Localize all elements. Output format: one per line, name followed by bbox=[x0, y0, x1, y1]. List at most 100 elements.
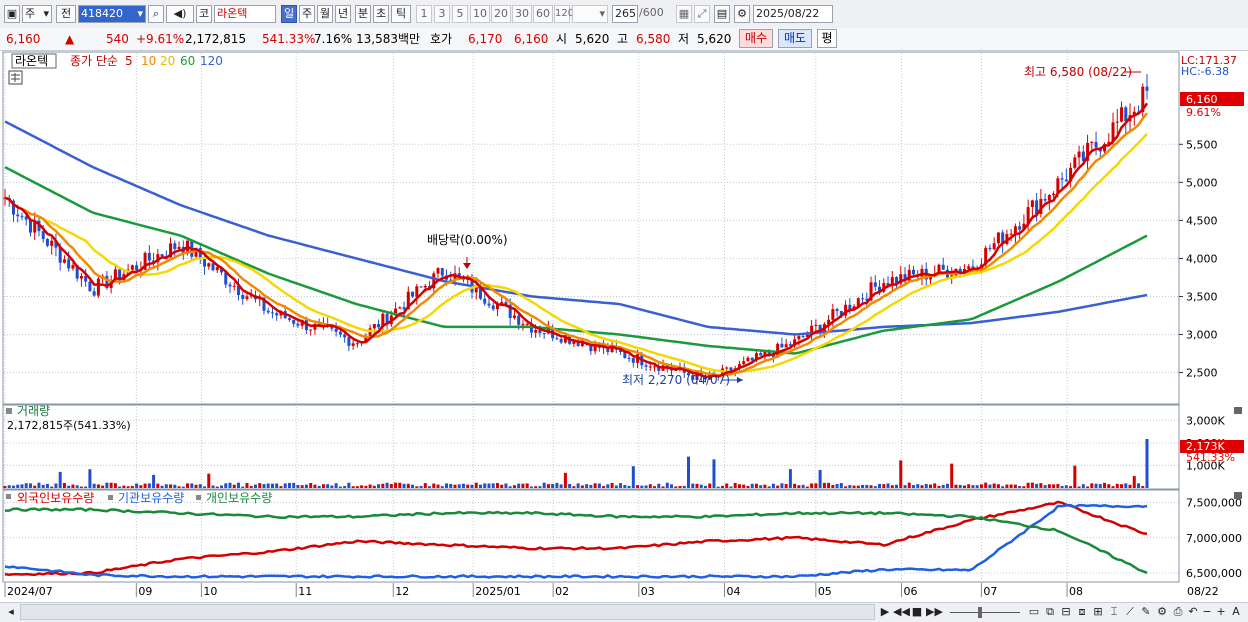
volume-bar bbox=[368, 484, 372, 488]
save-icon[interactable]: ▤ bbox=[714, 5, 730, 23]
candle-body bbox=[1120, 107, 1124, 122]
holdings-close-icon[interactable] bbox=[1234, 492, 1242, 499]
zoom-slider[interactable] bbox=[948, 604, 1022, 620]
compare-icon[interactable]: ⧈ bbox=[1075, 604, 1089, 620]
fast-forward-icon[interactable]: ▶▶ bbox=[926, 604, 943, 620]
holdings-panel-icon[interactable] bbox=[6, 494, 11, 499]
tile-icon[interactable]: ⊞ bbox=[1091, 604, 1105, 620]
interval-120-button[interactable]: 120 bbox=[554, 5, 574, 23]
period-tick-button[interactable]: 틱 bbox=[391, 5, 411, 23]
interval-5-button[interactable]: 5 bbox=[452, 5, 468, 23]
scroll-left-icon[interactable]: ◂ bbox=[4, 604, 18, 620]
crosshair-icon[interactable]: ⤢ bbox=[694, 5, 710, 23]
period-week-button[interactable]: 주 bbox=[299, 5, 315, 23]
volume-panel-icon[interactable] bbox=[6, 408, 12, 414]
volume-close-icon[interactable] bbox=[1234, 407, 1242, 414]
interval-3-button[interactable]: 3 bbox=[434, 5, 450, 23]
candle-body bbox=[160, 254, 164, 257]
zoom-slider-thumb[interactable] bbox=[978, 607, 982, 618]
interval-30-button[interactable]: 30 bbox=[512, 5, 532, 23]
period-year-button[interactable]: 년 bbox=[335, 5, 351, 23]
interval-1-button[interactable]: 1 bbox=[416, 5, 432, 23]
zoom-in-icon[interactable]: + bbox=[1215, 604, 1227, 620]
volume-bar bbox=[810, 483, 814, 488]
holdings-tick-label: 6,500,000 bbox=[1186, 567, 1242, 580]
interval-custom-select[interactable]: ▾ bbox=[572, 5, 608, 23]
turnover-rate: 7.16% bbox=[314, 32, 353, 46]
holdings-foreign-label: 외국인보유수량 bbox=[17, 491, 94, 505]
volume-bar bbox=[793, 483, 797, 488]
buy-button[interactable]: 매수 bbox=[739, 29, 773, 48]
sell-button[interactable]: 매도 bbox=[778, 29, 812, 48]
volume-bar bbox=[1086, 486, 1090, 488]
candle-body bbox=[92, 291, 96, 296]
candle-body bbox=[292, 319, 296, 324]
volume-bar bbox=[928, 484, 932, 488]
period-day-button[interactable]: 일 bbox=[281, 5, 297, 23]
date-tick-label: 05 bbox=[818, 585, 832, 598]
candle-body bbox=[71, 265, 75, 269]
volume-bar bbox=[343, 486, 347, 488]
volume-bar bbox=[657, 483, 661, 488]
stock-name-field[interactable]: 라온텍 bbox=[214, 5, 276, 23]
high-price: 6,580 bbox=[636, 32, 671, 46]
interval-10-button[interactable]: 10 bbox=[470, 5, 490, 23]
layout-icon[interactable]: ▭ bbox=[1027, 604, 1041, 620]
volume-bar bbox=[33, 485, 37, 488]
volume-bar bbox=[534, 486, 538, 488]
candle-body bbox=[1013, 226, 1017, 234]
draw-icon[interactable]: ✎ bbox=[1139, 604, 1153, 620]
print-icon[interactable]: ⎙ bbox=[1171, 604, 1185, 620]
volume-bar bbox=[457, 484, 461, 488]
period-second-button[interactable]: 초 bbox=[373, 5, 389, 23]
volume-bar bbox=[1005, 484, 1009, 488]
interval-60-button[interactable]: 60 bbox=[533, 5, 553, 23]
candle-body bbox=[266, 310, 270, 313]
stock-code-input[interactable]: 418420 ▾ bbox=[78, 5, 146, 23]
search-icon[interactable]: ⌕ bbox=[148, 5, 164, 23]
volume-bar bbox=[79, 486, 83, 488]
undo-icon[interactable]: ↶ bbox=[1187, 604, 1199, 620]
volume-bar bbox=[542, 482, 546, 488]
date-tick-label: 06 bbox=[903, 585, 917, 598]
candle-body bbox=[555, 338, 559, 340]
stop-icon[interactable]: ■ bbox=[910, 604, 924, 620]
rewind-icon[interactable]: ◀◀ bbox=[893, 604, 910, 620]
period-select[interactable]: 주 ▾ bbox=[22, 5, 52, 23]
date-tick-label: 12 bbox=[395, 585, 409, 598]
candle-body bbox=[41, 231, 45, 240]
volume-bar bbox=[419, 485, 423, 488]
count-input[interactable]: 265 bbox=[612, 5, 638, 23]
chart-window-icon[interactable]: ▣ bbox=[4, 5, 20, 23]
speaker-icon[interactable]: ◀) bbox=[166, 5, 194, 23]
candle-body bbox=[411, 291, 415, 297]
volume-bar bbox=[678, 486, 682, 488]
text-size-icon[interactable]: A bbox=[1229, 604, 1243, 620]
volume-bar bbox=[360, 485, 364, 488]
volume-bar bbox=[181, 486, 185, 488]
horizontal-scrollbar[interactable] bbox=[20, 604, 875, 620]
split-icon[interactable]: ⊟ bbox=[1059, 604, 1073, 620]
zoom-out-icon[interactable]: − bbox=[1201, 604, 1213, 620]
date-input[interactable]: 2025/08/22 bbox=[753, 5, 833, 23]
stock-chart[interactable]: 라온텍 종가 단순 5 10 20 60 120 LC:171.37 HC:-6… bbox=[0, 51, 1248, 603]
settings-icon[interactable]: ⚙ bbox=[1155, 604, 1169, 620]
copy-icon[interactable]: ⧉ bbox=[1043, 604, 1057, 620]
evaluate-button[interactable]: 평 bbox=[817, 29, 837, 48]
scope-select[interactable]: 전 bbox=[56, 5, 76, 23]
volume-bar bbox=[873, 486, 877, 488]
play-icon[interactable]: ▶ bbox=[878, 604, 892, 620]
grid-icon[interactable]: ▦ bbox=[676, 5, 692, 23]
interval-20-button[interactable]: 20 bbox=[491, 5, 511, 23]
current-price: 6,160 bbox=[6, 32, 41, 46]
chart-area[interactable]: 라온텍 종가 단순 5 10 20 60 120 LC:171.37 HC:-6… bbox=[0, 51, 1248, 603]
period-minute-button[interactable]: 분 bbox=[355, 5, 371, 23]
gear-icon[interactable]: ⚙ bbox=[734, 5, 750, 23]
candle-body bbox=[831, 309, 835, 320]
period-month-button[interactable]: 월 bbox=[317, 5, 333, 23]
candle-body bbox=[436, 268, 440, 274]
trend-line-icon[interactable]: ⟋ bbox=[1123, 604, 1137, 620]
candle-body bbox=[835, 309, 839, 312]
chart-type-icon[interactable]: ⌶ bbox=[1107, 604, 1121, 620]
volume-bar bbox=[954, 484, 958, 488]
